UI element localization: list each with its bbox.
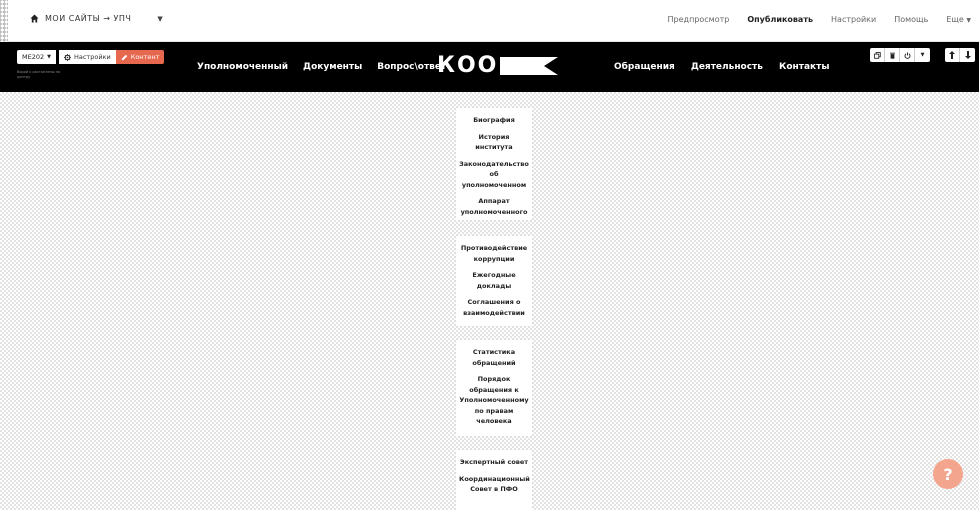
power-icon (904, 51, 910, 59)
site-switcher[interactable]: МОИ САЙТЫ → УПЧ ▼ (30, 14, 163, 23)
submenu-documents: Противодействие коррупции Ежегодные докл… (456, 236, 532, 326)
move-up-button[interactable] (945, 48, 960, 62)
arrow-down-icon (964, 51, 971, 59)
block-tools: ▼ (870, 48, 930, 62)
submenu-appeals: Статистика обращений Порядок обращения к… (456, 340, 532, 436)
copy-icon (873, 51, 881, 59)
publish-button[interactable]: Опубликовать (747, 15, 813, 24)
home-icon (30, 14, 39, 23)
submenu-item[interactable]: Ежегодные доклады (459, 270, 529, 291)
submenu-item[interactable]: Противодействие коррупции (459, 243, 529, 264)
more-label: Еще (946, 15, 964, 24)
chevron-down-icon: ▼ (966, 17, 971, 24)
delete-button[interactable] (885, 48, 900, 62)
editor-content-label: Контент (130, 53, 160, 61)
move-tools (945, 48, 975, 62)
corner-pattern (0, 0, 8, 42)
submenu-item[interactable]: Законодательство об уполномоченном (459, 159, 529, 191)
settings-link[interactable]: Настройки (831, 15, 876, 24)
version-dropdown[interactable]: ME202 ▼ (17, 50, 56, 64)
preview-link[interactable]: Предпросмотр (668, 15, 730, 24)
gear-icon (63, 53, 71, 61)
submenu-item[interactable]: Экспертный совет (459, 457, 529, 468)
nav-item-ombudsman[interactable]: Уполномоченный (197, 62, 288, 72)
nav-item-faq[interactable]: Вопрос\ответ (377, 62, 446, 72)
top-links: Предпросмотр Опубликовать Настройки Помо… (650, 15, 971, 24)
trash-icon (889, 52, 895, 59)
top-bar: МОИ САЙТЫ → УПЧ ▼ Предпросмотр Опубликов… (0, 0, 979, 42)
nav-item-contacts[interactable]: Контакты (779, 62, 830, 72)
nav-left: Уполномоченный Документы Вопрос\ответ (197, 62, 461, 72)
duplicate-button[interactable] (870, 48, 885, 62)
nav-item-activity[interactable]: Деятельность (691, 62, 763, 72)
submenu-item[interactable]: Биография (459, 115, 529, 126)
editor-content-button[interactable]: Контент (115, 50, 165, 64)
version-label: ME202 (22, 53, 45, 61)
logo-text: КОО (437, 53, 499, 78)
logo-shape (500, 57, 559, 75)
submenu-ombudsman: Биография История института Законодатель… (456, 108, 532, 220)
site-navbar: ME202 ▼ Настройки Контент Ворой к растоп… (0, 42, 979, 92)
help-link[interactable]: Помощь (894, 15, 928, 24)
pencil-icon (121, 54, 128, 60)
chevron-down-icon: ▼ (47, 54, 51, 60)
toggle-button[interactable] (900, 48, 915, 62)
editor-note: Ворой к растоплены по центру (17, 70, 61, 79)
chevron-down-icon: ▼ (157, 14, 164, 23)
submenu-item[interactable]: Соглашения о взаимодействии (459, 297, 529, 318)
site-logo[interactable]: КОО (437, 53, 559, 78)
submenu-item[interactable]: Координационный Совет в ПФО (459, 474, 530, 495)
editor-controls: ME202 ▼ Настройки Контент (17, 50, 165, 64)
nav-right: Обращения Деятельность Контакты (614, 62, 845, 72)
help-label: ? (943, 464, 953, 484)
nav-item-appeals[interactable]: Обращения (614, 62, 675, 72)
arrow-up-icon (949, 51, 955, 59)
site-switcher-label: МОИ САЙТЫ → УПЧ (45, 14, 132, 23)
submenu-activity: Экспертный совет Координационный Совет в… (456, 450, 532, 510)
chevron-down-icon: ▼ (920, 52, 925, 58)
submenu-item[interactable]: Аппарат уполномоченного (459, 196, 529, 217)
nav-item-documents[interactable]: Документы (303, 62, 362, 72)
submenu-item[interactable]: Статистика обращений (459, 347, 529, 368)
more-menu[interactable]: Еще ▼ (946, 15, 971, 24)
editor-settings-label: Настройки (73, 53, 111, 61)
submenu-item[interactable]: История института (459, 132, 529, 153)
more-actions-button[interactable]: ▼ (915, 48, 930, 62)
editor-settings-button[interactable]: Настройки (58, 50, 116, 64)
move-down-button[interactable] (960, 48, 975, 62)
help-chat-button[interactable]: ? (933, 459, 963, 489)
submenu-item[interactable]: Порядок обращения к Уполномоченному по п… (459, 374, 529, 427)
